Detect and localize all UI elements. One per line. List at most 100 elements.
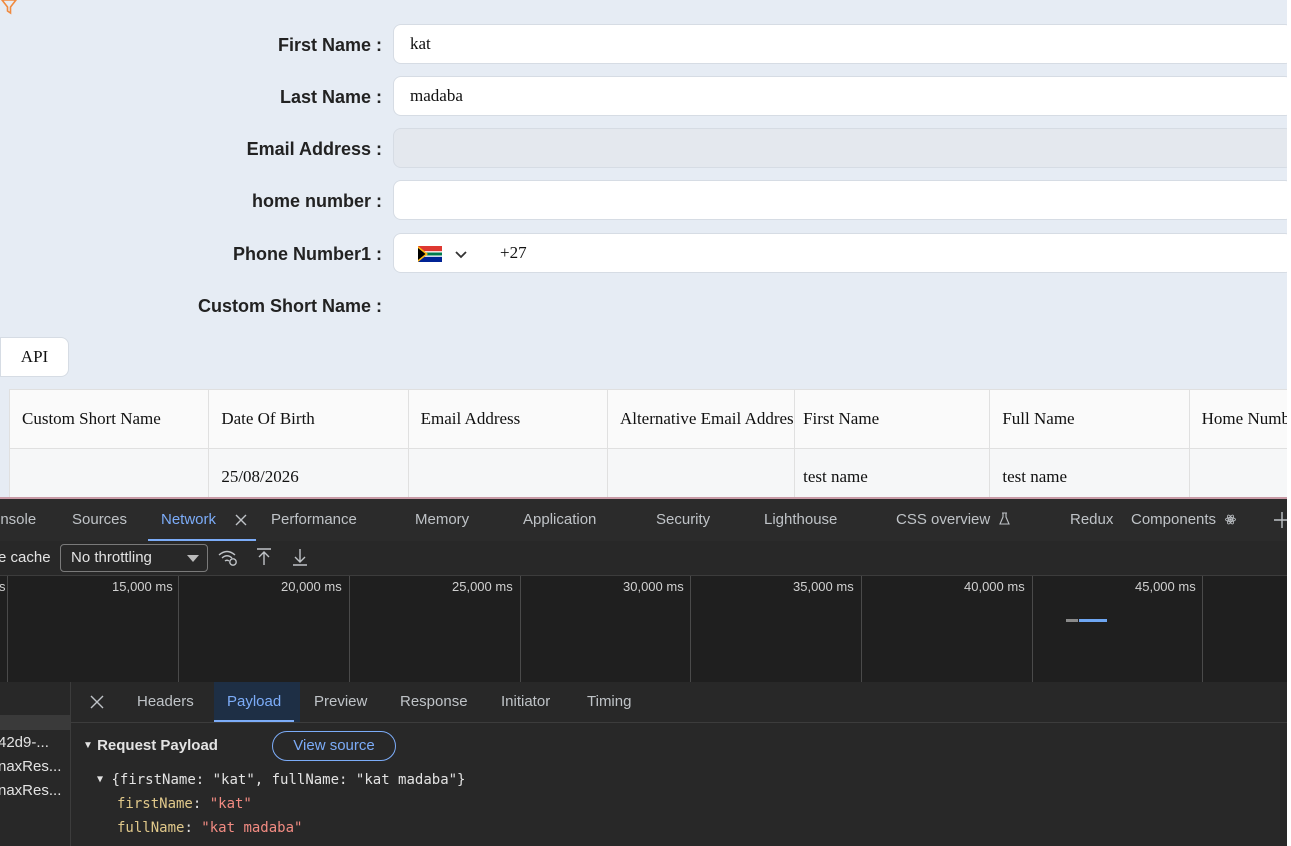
column-header[interactable]: Custom Short Name — [8, 389, 210, 449]
last-name-input[interactable]: madaba — [393, 76, 1287, 116]
payload-value: "kat madaba" — [201, 820, 303, 836]
south-africa-flag-icon[interactable] — [418, 246, 442, 262]
timeline-gridline — [861, 576, 862, 682]
tab-initiator[interactable]: Initiator — [501, 682, 550, 722]
timeline-label: 35,000 ms — [793, 579, 854, 594]
tab-response[interactable]: Response — [400, 682, 468, 722]
react-icon — [1225, 514, 1237, 525]
view-source-button[interactable]: View source — [272, 731, 396, 761]
close-detail-icon[interactable] — [90, 695, 104, 709]
phone-number-input[interactable]: +27 — [393, 233, 1287, 273]
throttling-select[interactable]: No throttling — [60, 544, 208, 572]
tab-application[interactable]: Application — [523, 499, 596, 541]
tab-components-label: Components — [1131, 511, 1217, 528]
expand-triangle-icon[interactable]: ▼ — [83, 740, 93, 751]
phone-number-row: Phone Number1 : +27 — [0, 233, 1287, 275]
chevron-down-icon[interactable] — [454, 247, 468, 261]
request-bar-download — [1079, 619, 1107, 622]
tab-components[interactable]: Components — [1131, 499, 1237, 541]
more-tabs-icon[interactable] — [1274, 512, 1287, 528]
table-row[interactable]: 25/08/2026 test name test name — [8, 448, 1287, 497]
payload-key: firstName — [117, 796, 193, 812]
timeline-gridline — [1202, 576, 1203, 682]
request-payload-title: Request Payload — [97, 737, 218, 754]
network-conditions-icon[interactable] — [217, 549, 239, 567]
email-row: Email Address : — [0, 128, 1287, 170]
request-item[interactable]: naxRes... — [0, 779, 70, 803]
table-cell — [1188, 448, 1287, 497]
first-name-row: First Name : kat — [0, 24, 1287, 66]
tab-network-label: Network — [161, 511, 217, 528]
tab-lighthouse[interactable]: Lighthouse — [764, 499, 837, 541]
home-number-input[interactable] — [393, 180, 1287, 220]
tab-redux[interactable]: Redux — [1070, 499, 1113, 541]
custom-short-name-row: Custom Short Name : — [0, 285, 1287, 327]
column-header[interactable]: First Name — [794, 389, 991, 449]
export-har-icon[interactable] — [292, 548, 308, 566]
column-header[interactable]: Date Of Birth — [208, 389, 409, 449]
request-payload-section[interactable]: ▼ Request Payload — [83, 734, 218, 760]
api-button[interactable]: API — [0, 337, 69, 377]
phone-number-label: Phone Number1 : — [232, 244, 382, 264]
timeline-label: s — [0, 576, 6, 598]
payload-view: ▼ Request Payload View source ▼ {firstNa… — [71, 722, 1287, 846]
tab-preview[interactable]: Preview — [314, 682, 367, 722]
timeline-label: 45,000 ms — [1135, 579, 1196, 594]
tab-sources[interactable]: Sources — [72, 499, 127, 541]
request-detail-pane: Headers Payload Preview Response Initiat… — [71, 682, 1287, 846]
disable-cache-label[interactable]: e cache — [0, 541, 51, 575]
payload-summary-text: {firstName: "kat", fullName: "kat madaba… — [111, 772, 466, 788]
table-cell — [606, 448, 796, 497]
payload-entry: firstName: "kat" — [117, 796, 252, 812]
last-name-row: Last Name : madaba — [0, 76, 1287, 118]
expand-triangle-icon[interactable]: ▼ — [97, 774, 103, 785]
timeline-gridline — [178, 576, 179, 682]
tab-network[interactable]: Network — [148, 499, 256, 541]
dropdown-arrow-icon — [187, 555, 199, 562]
app-form-area: First Name : kat Last Name : madaba Emai… — [0, 0, 1287, 497]
timeline-gridline — [1032, 576, 1033, 682]
beaker-icon — [999, 512, 1011, 525]
last-name-label: Last Name : — [279, 87, 382, 107]
payload-value: "kat" — [209, 796, 252, 812]
window-edge — [1287, 0, 1291, 846]
timeline-gridline — [520, 576, 521, 682]
column-header[interactable]: Email Address — [407, 389, 608, 449]
request-item[interactable]: naxRes... — [0, 755, 70, 779]
network-toolbar: e cache No throttling — [0, 541, 1287, 576]
column-header[interactable]: Full Name — [989, 389, 1190, 449]
filter-icon[interactable] — [0, 0, 18, 16]
tab-console[interactable]: onsole — [0, 499, 36, 541]
timeline-gridline — [690, 576, 691, 682]
request-item[interactable]: 42d9-... — [0, 731, 70, 755]
first-name-input[interactable]: kat — [393, 24, 1287, 64]
tab-performance[interactable]: Performance — [271, 499, 357, 541]
tab-css-overview[interactable]: CSS overview — [896, 499, 1011, 541]
timeline-gridline — [7, 576, 8, 682]
timeline-label: 25,000 ms — [452, 579, 513, 594]
email-label: Email Address : — [246, 139, 382, 159]
table-cell — [407, 448, 608, 497]
tab-css-overview-label: CSS overview — [896, 511, 991, 528]
table-cell: test name — [989, 448, 1190, 497]
home-number-label: home number : — [251, 191, 382, 211]
network-timeline[interactable]: s 15,000 ms 20,000 ms 25,000 ms 30,000 m… — [0, 576, 1287, 683]
request-list-header — [0, 715, 70, 730]
request-list: 42d9-... naxRes... naxRes... — [0, 682, 71, 846]
close-icon[interactable] — [235, 514, 247, 526]
import-har-icon[interactable] — [256, 548, 272, 566]
tab-memory[interactable]: Memory — [415, 499, 469, 541]
column-header[interactable]: Alternative Email Address — [606, 389, 796, 449]
timeline-label: 30,000 ms — [623, 579, 684, 594]
timeline-label: 15,000 ms — [112, 579, 173, 594]
payload-object-summary[interactable]: ▼ {firstName: "kat", fullName: "kat mada… — [97, 768, 465, 794]
home-number-row: home number : — [0, 180, 1287, 222]
column-header[interactable]: Home Number — [1188, 389, 1287, 449]
tab-security[interactable]: Security — [656, 499, 710, 541]
tab-headers[interactable]: Headers — [137, 682, 194, 722]
first-name-label: First Name : — [277, 35, 382, 55]
table-header-row: Custom Short Name Date Of Birth Email Ad… — [8, 389, 1287, 449]
timeline-label: 40,000 ms — [964, 579, 1025, 594]
tab-timing[interactable]: Timing — [587, 682, 631, 722]
tab-payload[interactable]: Payload — [213, 682, 295, 722]
